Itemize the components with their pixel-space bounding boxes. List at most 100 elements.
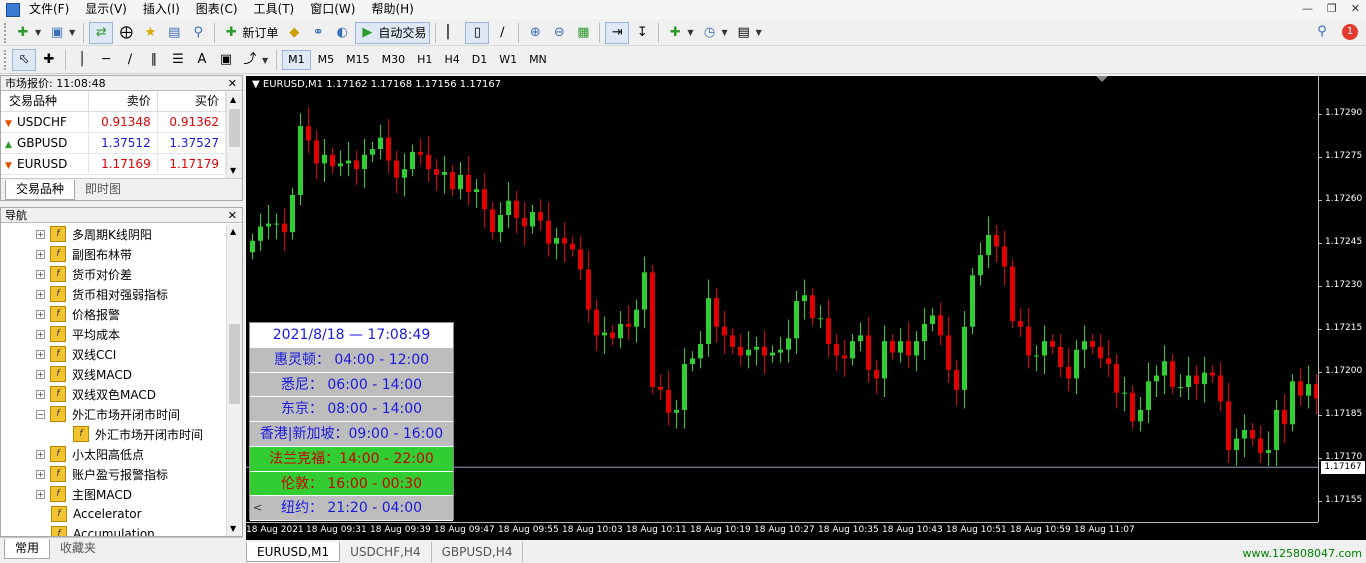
close-icon[interactable]: ✕ [228,76,237,91]
new-order-button[interactable]: ✚ 新订单 [220,22,281,44]
chart-tab[interactable]: GBPUSD,H4 [432,542,524,562]
navigator-item[interactable]: f 外汇市场开闭市时间 [1,424,226,444]
menu-help[interactable]: 帮助(H) [370,0,422,19]
timeframe-h1[interactable]: H1 [412,50,437,70]
column-header[interactable]: 交易品种 [1,91,90,112]
timeframe-h4[interactable]: H4 [439,50,464,70]
timeframe-m30[interactable]: M30 [377,50,411,70]
expand-icon[interactable]: + [36,269,45,279]
scrollbar-thumb[interactable] [229,109,240,147]
data-window-button[interactable]: ⨁ [115,22,137,44]
new-chart-button[interactable]: ✚ ▼ [12,22,44,44]
arrows-button[interactable]: ⤴ ▼ [239,49,271,71]
toolbar-grip[interactable] [4,50,8,70]
expand-icon[interactable]: + [36,449,45,459]
menu-view[interactable]: 显示(V) [84,0,136,19]
close-icon[interactable]: ✕ [1351,2,1360,15]
horizontal-line-button[interactable]: ─ [95,49,117,71]
chart-shift-marker[interactable] [1096,76,1108,82]
expand-icon[interactable]: + [36,229,45,239]
minimize-icon[interactable]: — [1302,2,1313,15]
app-icon[interactable] [6,2,20,17]
strategy-tester-button[interactable]: ⚲ [187,22,209,44]
navigator-item[interactable]: + f 小太阳高低点 [1,444,226,464]
navigator-item[interactable]: + f 平均成本 [1,324,226,344]
zoom-in-button[interactable]: ⊕ [524,22,546,44]
tab-common[interactable]: 常用 [4,539,51,559]
timeframe-m5[interactable]: M5 [313,50,340,70]
indicators-button[interactable]: ✚ ▼ [664,22,696,44]
navigator-item[interactable]: + f 货币相对强弱指标 [1,284,226,304]
timeframe-d1[interactable]: D1 [467,50,492,70]
chevron-down-icon[interactable]: ▼ [230,524,236,533]
navigator-item[interactable]: + f 双线CCI [1,344,226,364]
market-watch-row[interactable]: ▼ EURUSD 1.17169 1.17179 [1,153,227,175]
autoscroll-button[interactable]: ↧ [631,22,653,44]
menu-insert[interactable]: 插入(I) [142,0,189,19]
trendline-button[interactable]: ∕ [119,49,141,71]
symbol-cell[interactable]: ▼ USDCHF [1,111,90,133]
chevron-up-icon[interactable]: ▲ [230,95,236,104]
metaeditor-button[interactable]: ◆ [283,22,305,44]
expand-icon[interactable]: + [36,389,45,399]
market-watch-row[interactable]: ▲ GBPUSD 1.37512 1.37527 [1,132,227,154]
vertical-line-button[interactable]: │ [71,49,93,71]
navigator-item[interactable]: + f 货币对价差 [1,264,226,284]
scrollbar[interactable]: ▲ ▼ [226,92,242,178]
navigator-button[interactable]: ★ [139,22,161,44]
tile-windows-button[interactable]: ▦ [572,22,594,44]
navigator-item[interactable]: + f 多周期K线阴阳 [1,224,226,244]
menu-charts[interactable]: 图表(C) [195,0,247,19]
chevron-down-icon[interactable]: ▼ [230,166,236,175]
expand-icon[interactable]: + [36,309,45,319]
expand-icon[interactable]: + [36,329,45,339]
vps-button[interactable]: ◐ [331,22,353,44]
menu-file[interactable]: 文件(F) [28,0,78,19]
search-icon[interactable]: ⚲ [1314,24,1330,40]
chart-shift-button[interactable]: ⇥ [605,21,630,44]
timeframe-m15[interactable]: M15 [341,50,375,70]
zoom-out-button[interactable]: ⊖ [548,22,570,44]
menu-window[interactable]: 窗口(W) [309,0,364,19]
symbol-cell[interactable]: ▲ GBPUSD [1,132,90,154]
menu-tools[interactable]: 工具(T) [253,0,304,19]
tab-favorites[interactable]: 收藏夹 [50,539,106,559]
templates-button[interactable]: ▤ ▼ [733,22,765,44]
expand-icon[interactable]: + [36,469,45,479]
column-header[interactable]: 买价 [157,91,227,112]
chart-tab[interactable]: EURUSD,M1 [246,542,341,562]
tab-symbols[interactable]: 交易品种 [5,180,76,200]
scrollbar-thumb[interactable] [229,324,240,404]
chart-tab[interactable]: USDCHF,H4 [340,542,432,562]
symbol-cell[interactable]: ▼ EURUSD [1,153,90,175]
timeframe-m1[interactable]: M1 [282,50,311,70]
candlestick-button[interactable]: ▯ [465,21,490,44]
timeframe-mn[interactable]: MN [524,50,552,70]
time-axis[interactable]: 18 Aug 2021 18 Aug 09:31 18 Aug 09:39 18 Au… [246,522,1318,540]
expand-icon[interactable]: + [36,369,45,379]
navigator-item[interactable]: f Accelerator [1,504,226,524]
navigator-item[interactable]: + f 双线MACD [1,364,226,384]
navigator-item[interactable]: + f 双线双色MACD [1,384,226,404]
column-header[interactable]: 卖价 [88,91,158,112]
restore-icon[interactable]: ❐ [1327,2,1337,15]
text-label-button[interactable]: ▣ [215,49,237,71]
bar-chart-button[interactable]: ▏ [441,22,463,44]
expand-icon[interactable]: + [36,249,45,259]
navigator-item[interactable]: + f 副图布林带 [1,244,226,264]
scrollbar[interactable]: ▲ ▼ [226,224,242,536]
notification-badge[interactable]: 1 [1342,24,1358,40]
navigator-item[interactable]: + f 价格报警 [1,304,226,324]
line-chart-button[interactable]: ∕ [491,22,513,44]
collapse-icon[interactable]: − [36,409,45,419]
toolbar-grip[interactable] [4,22,8,43]
chevron-up-icon[interactable]: ▲ [230,227,236,236]
timeframe-w1[interactable]: W1 [494,50,522,70]
market-watch-row[interactable]: ▼ USDCHF 0.91348 0.91362 [1,111,227,133]
crosshair-button[interactable]: ✚ [38,49,60,71]
channel-button[interactable]: ∥ [143,49,165,71]
expand-icon[interactable]: + [36,489,45,499]
cursor-button[interactable]: ⬁ [12,49,36,71]
chart-window[interactable]: ▼ EURUSD,M1 1.17162 1.17168 1.17156 1.17… [246,76,1366,540]
signals-button[interactable]: ⚭ [307,22,329,44]
